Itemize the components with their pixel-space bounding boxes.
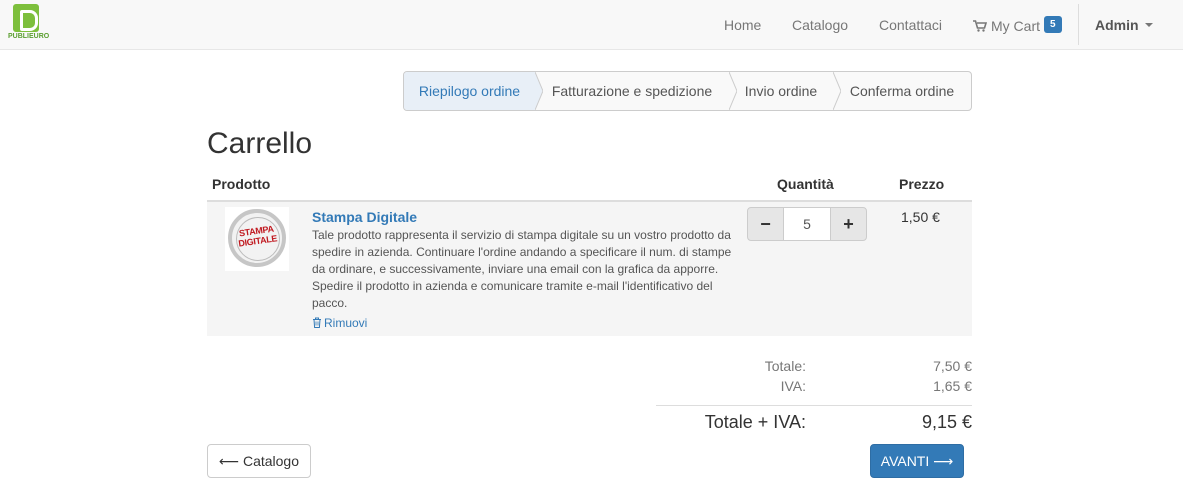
arrow-right-icon: ⟶ <box>933 452 954 469</box>
nav-catalogo-link[interactable]: Catalogo <box>792 17 848 33</box>
back-button-label: Catalogo <box>242 453 299 469</box>
cart-label: My Cart <box>991 18 1040 34</box>
caret-down-icon <box>1144 23 1153 27</box>
step-label: Invio ordine <box>744 83 818 99</box>
iva-label: IVA: <box>780 378 806 394</box>
column-header-product: Prodotto <box>212 176 271 192</box>
table-row: STAMPA DIGITALE Stampa Digitale Tale pro… <box>207 202 972 336</box>
quantity-stepper: − 5 + <box>747 207 867 241</box>
trash-icon <box>313 317 321 328</box>
admin-label: Admin <box>1095 17 1139 33</box>
shopping-cart-icon <box>973 20 987 32</box>
subtotal-label: Totale: <box>764 358 806 374</box>
nav-divider <box>1078 4 1079 45</box>
step-separator-icon <box>535 72 543 110</box>
quantity-input[interactable]: 5 <box>784 207 830 241</box>
next-button-label: AVANTI <box>880 453 930 469</box>
cart-count-badge: 5 <box>1044 16 1062 33</box>
product-description: Tale prodotto rappresenta il servizio di… <box>312 228 732 310</box>
brand-logo[interactable]: PUBLIEURO <box>8 3 60 45</box>
column-header-quantity: Quantità <box>777 176 834 192</box>
logo-text: PUBLIEURO <box>8 33 50 40</box>
grand-total-label: Totale + IVA: <box>704 412 806 432</box>
page-title: Carrello <box>207 127 313 160</box>
nav-home-link[interactable]: Home <box>724 17 761 33</box>
step-label: Fatturazione e spedizione <box>551 83 713 99</box>
cart-table-header: Prodotto Quantità Prezzo <box>207 170 972 202</box>
product-title-link[interactable]: Stampa Digitale <box>312 209 417 225</box>
totals-divider <box>656 405 972 406</box>
navbar: PUBLIEURO Home Catalogo Contattaci My Ca… <box>0 0 1183 50</box>
step-separator-icon <box>833 72 841 110</box>
step-riepilogo-ordine[interactable]: Riepilogo ordine <box>404 72 543 110</box>
increase-quantity-button[interactable]: + <box>830 207 867 241</box>
remove-item-link[interactable]: Rimuovi <box>312 316 367 330</box>
checkout-steps: Riepilogo ordine Fatturazione e spedizio… <box>403 71 972 111</box>
iva-value: 1,65 € <box>933 378 972 394</box>
nav-contattaci-link[interactable]: Contattaci <box>879 17 942 33</box>
step-label: Conferma ordine <box>849 83 955 99</box>
column-header-price: Prezzo <box>899 176 945 192</box>
remove-label: Rimuovi <box>324 316 368 330</box>
item-price: 1,50 € <box>901 209 940 225</box>
logo-mark-icon <box>13 4 39 32</box>
next-button[interactable]: AVANTI ⟶ <box>870 444 964 478</box>
grand-total-value: 9,15 € <box>921 412 972 432</box>
step-conferma-ordine[interactable]: Conferma ordine <box>833 72 971 110</box>
step-fatturazione-spedizione[interactable]: Fatturazione e spedizione <box>535 72 737 110</box>
back-to-catalog-button[interactable]: ⟵ Catalogo <box>207 444 311 478</box>
subtotal-value: 7,50 € <box>933 358 972 374</box>
arrow-left-icon: ⟵ <box>218 452 240 469</box>
nav-cart-link[interactable]: My Cart 5 <box>973 16 1062 34</box>
admin-dropdown[interactable]: Admin <box>1095 17 1153 33</box>
decrease-quantity-button[interactable]: − <box>747 207 784 241</box>
step-label: Riepilogo ordine <box>418 83 521 99</box>
step-separator-icon <box>729 72 737 110</box>
step-invio-ordine[interactable]: Invio ordine <box>729 72 841 110</box>
product-thumbnail[interactable]: STAMPA DIGITALE <box>225 207 289 271</box>
